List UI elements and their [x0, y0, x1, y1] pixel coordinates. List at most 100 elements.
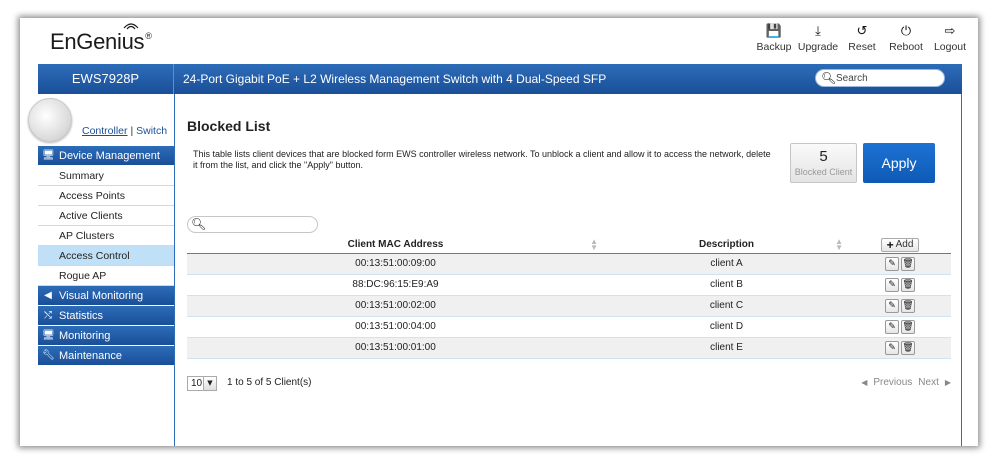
mac-cell: 88:DC:96:15:E9:A9 — [187, 274, 604, 296]
sort-icon[interactable]: ▲ ▼ — [835, 238, 843, 252]
table-row: 00:13:51:00:04:00 client D ✎ 🗑︎ — [187, 316, 951, 338]
col-header-actions: + Add — [849, 237, 951, 254]
actions-cell: ✎ 🗑︎ — [849, 295, 951, 317]
upgrade-button[interactable]: ⤓ Upgrade — [796, 24, 840, 53]
search-icon: 🔍︎ — [821, 71, 837, 85]
table-footer: 10 ▼ 1 to 5 of 5 Client(s) ◀ Previous Ne… — [187, 376, 951, 392]
next-button[interactable]: Next — [918, 377, 939, 388]
blocked-count-caption: Blocked Client — [794, 167, 853, 177]
next-arrow-icon[interactable]: ▶ — [945, 378, 951, 387]
sidebar-section-label: Maintenance — [59, 349, 122, 362]
sidebar-section-label: Visual Monitoring — [59, 289, 144, 302]
share-icon: ◀ — [44, 289, 52, 301]
power-icon: ⏻ — [900, 24, 912, 39]
controller-link[interactable]: Controller — [82, 125, 128, 137]
chevron-down-icon: ▼ — [203, 377, 216, 390]
trash-icon[interactable]: 🗑︎ — [901, 277, 915, 292]
registered-mark: ® — [145, 31, 152, 41]
per-page-select[interactable]: 10 ▼ — [187, 376, 217, 391]
sidebar-section-device-management[interactable]: 🖥︎ Device Management — [38, 146, 174, 166]
mode-switcher: Controller | Switch — [82, 125, 167, 137]
backup-button[interactable]: 💾 Backup — [752, 24, 796, 53]
model-description: 24-Port Gigabit PoE + L2 Wireless Manage… — [183, 72, 607, 86]
main-panel: Blocked List This table lists client dev… — [176, 94, 961, 446]
table-row: 00:13:51:00:09:00 client A ✎ 🗑︎ — [187, 253, 951, 275]
sidebar-item-rogue-ap[interactable]: Rogue AP — [38, 266, 174, 286]
wifi-logo-icon — [123, 23, 139, 30]
model-name: EWS7928P — [38, 64, 174, 94]
plus-icon: + — [886, 237, 894, 252]
sidebar-item-access-control[interactable]: Access Control — [38, 246, 174, 266]
engenius-logo: EnGenius® — [50, 23, 152, 55]
header-actions: 💾 Backup ⤓ Upgrade ↺ Reset ⏻ Reboot ⇨ Logout — [752, 24, 972, 53]
edit-icon[interactable]: ✎ — [885, 277, 899, 292]
logout-label: Logout — [933, 41, 967, 53]
logout-button[interactable]: ⇨ Logout — [928, 24, 972, 53]
sidebar-section-statistics[interactable]: ⤭ Statistics — [38, 306, 174, 326]
trash-icon[interactable]: 🗑︎ — [901, 319, 915, 334]
sidebar-section-label: Statistics — [59, 309, 104, 322]
backup-label: Backup — [756, 41, 792, 53]
shuffle-icon: ⤭ — [44, 309, 52, 321]
top-header: EnGenius® 💾 Backup ⤓ Upgrade ↺ Reset ⏻ Reboot ⇨ L… — [20, 18, 978, 64]
global-search-input[interactable] — [836, 71, 940, 85]
description-cell: client D — [604, 316, 849, 338]
reset-label: Reset — [848, 41, 876, 53]
sidebar-item-ap-clusters[interactable]: AP Clusters — [38, 226, 174, 246]
mac-cell: 00:13:51:00:02:00 — [187, 295, 604, 317]
pagination-range: 1 to 5 of 5 Client(s) — [227, 377, 312, 388]
device-image — [28, 98, 72, 142]
sidebar-item-summary[interactable]: Summary — [38, 166, 174, 186]
sidebar-item-active-clients[interactable]: Active Clients — [38, 206, 174, 226]
description-cell: client A — [604, 253, 849, 275]
intro-text: This table lists client devices that are… — [193, 149, 771, 170]
col-header-description-label: Description — [698, 239, 754, 251]
download-icon: ⤓ — [815, 24, 821, 39]
logout-icon: ⇨ — [944, 24, 956, 39]
reset-button[interactable]: ↺ Reset — [840, 24, 884, 53]
table-row: 00:13:51:00:02:00 client C ✎ 🗑︎ — [187, 295, 951, 317]
trash-icon[interactable]: 🗑︎ — [901, 298, 915, 313]
col-header-description[interactable]: Description ▲ ▼ — [604, 237, 849, 254]
mac-cell: 00:13:51:00:01:00 — [187, 337, 604, 359]
apply-button[interactable]: Apply — [863, 143, 935, 183]
reboot-button[interactable]: ⏻ Reboot — [884, 24, 928, 53]
reboot-label: Reboot — [889, 41, 923, 53]
global-search[interactable]: 🔍︎ — [815, 69, 945, 87]
logo-text: EnGenius — [50, 29, 145, 54]
add-button[interactable]: + Add — [880, 237, 920, 252]
description-cell: client B — [604, 274, 849, 296]
previous-button[interactable]: Previous — [873, 377, 912, 388]
table-search-input[interactable] — [206, 218, 314, 231]
sidebar: Controller | Switch 🖥︎ Device Management S… — [28, 94, 175, 446]
sidebar-item-access-points[interactable]: Access Points — [38, 186, 174, 206]
refresh-icon: ↺ — [856, 24, 868, 39]
trash-icon[interactable]: 🗑︎ — [901, 256, 915, 271]
floppy-icon: 💾 — [765, 24, 783, 39]
table-search[interactable]: 🔍︎ — [187, 216, 318, 233]
mac-cell: 00:13:51:00:09:00 — [187, 253, 604, 275]
wrench-icon: 🔧︎ — [42, 349, 55, 361]
sidebar-section-visual-monitoring[interactable]: ◀ Visual Monitoring — [38, 286, 174, 306]
actions-cell: ✎ 🗑︎ — [849, 253, 951, 275]
sidebar-section-maintenance[interactable]: 🔧︎ Maintenance — [38, 346, 174, 366]
upgrade-label: Upgrade — [797, 41, 839, 53]
edit-icon[interactable]: ✎ — [885, 256, 899, 271]
sort-icon[interactable]: ▲ ▼ — [590, 238, 598, 252]
model-bar: EWS7928P 24-Port Gigabit PoE + L2 Wirele… — [38, 64, 962, 94]
edit-icon[interactable]: ✎ — [885, 340, 899, 355]
sidebar-section-monitoring[interactable]: 🖥︎ Monitoring — [38, 326, 174, 346]
mode-separator: | — [130, 125, 134, 137]
blocked-count: 5 — [819, 148, 828, 165]
previous-arrow-icon[interactable]: ◀ — [861, 378, 867, 387]
edit-icon[interactable]: ✎ — [885, 298, 899, 313]
add-button-label: Add — [895, 239, 914, 251]
edit-icon[interactable]: ✎ — [885, 319, 899, 334]
sidebar-section-label: Monitoring — [59, 329, 111, 342]
switch-link[interactable]: Switch — [136, 125, 167, 137]
description-cell: client C — [604, 295, 849, 317]
col-header-mac[interactable]: Client MAC Address ▲ ▼ — [187, 237, 604, 254]
trash-icon[interactable]: 🗑︎ — [901, 340, 915, 355]
app-window: EnGenius® 💾 Backup ⤓ Upgrade ↺ Reset ⏻ Reboot ⇨ L… — [20, 18, 978, 446]
search-icon: 🔍︎ — [191, 217, 207, 231]
